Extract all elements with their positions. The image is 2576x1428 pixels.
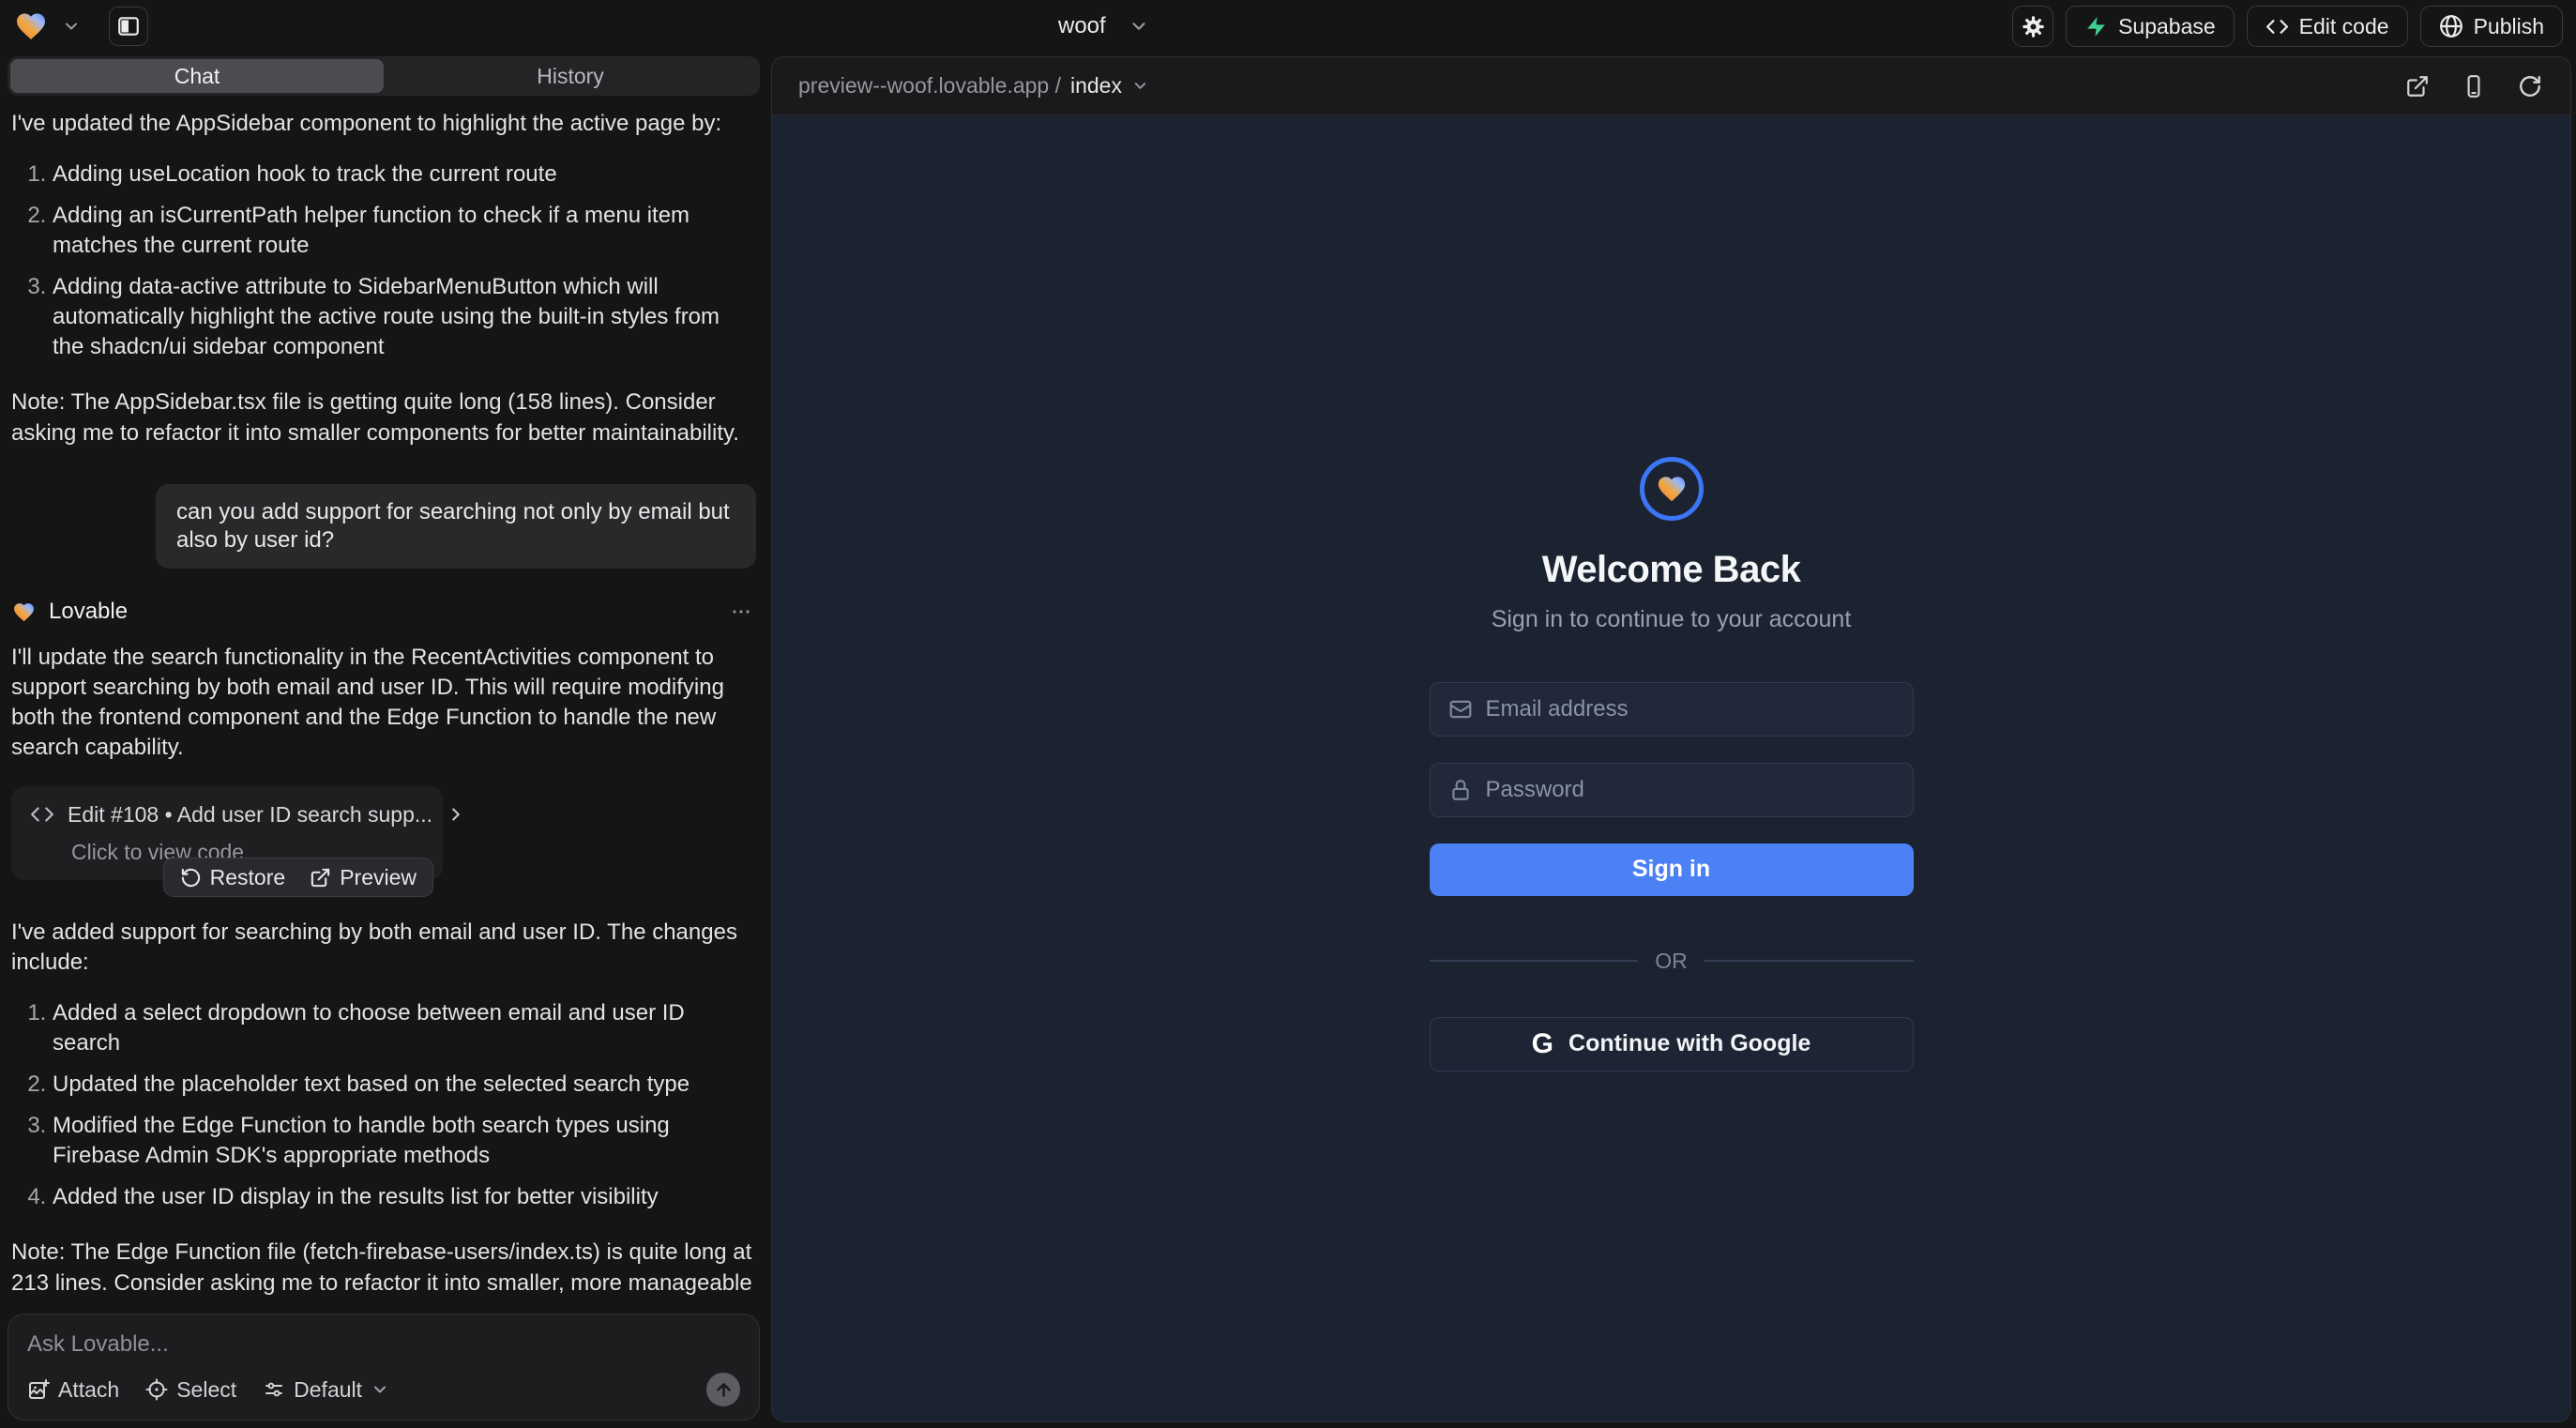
- project-switcher[interactable]: woof: [1058, 0, 1149, 53]
- edit-card-title: Edit #108 • Add user ID search supp...: [68, 799, 432, 829]
- restore-icon: [180, 867, 202, 889]
- user-message-bubble: can you add support for searching not on…: [156, 484, 756, 569]
- preview-url-bar: preview--woof.lovable.app / index: [772, 57, 2570, 115]
- assistant-message: I've updated the AppSidebar component to…: [11, 109, 756, 448]
- url-selector[interactable]: preview--woof.lovable.app / index: [798, 73, 1149, 99]
- mail-icon: [1448, 697, 1473, 722]
- chevron-down-icon: [1129, 16, 1149, 37]
- lock-icon: [1448, 778, 1473, 802]
- signin-button[interactable]: Sign in: [1430, 843, 1914, 896]
- crosshair-icon: [145, 1378, 168, 1401]
- divider-line: [1430, 960, 1639, 962]
- edit-code-button[interactable]: Edit code: [2247, 6, 2408, 47]
- or-divider: OR: [1430, 949, 1914, 974]
- email-field[interactable]: [1430, 682, 1914, 737]
- mode-select-button[interactable]: Default: [263, 1377, 389, 1403]
- url-domain: preview--woof.lovable.app /: [798, 73, 1061, 99]
- url-page: index: [1070, 73, 1122, 99]
- preview-button[interactable]: Preview: [310, 865, 417, 890]
- ordered-list: Adding useLocation hook to track the cur…: [11, 160, 756, 362]
- image-plus-icon: [27, 1378, 50, 1401]
- attach-button[interactable]: Attach: [27, 1377, 119, 1403]
- composer-input[interactable]: [27, 1331, 740, 1363]
- google-icon: G: [1532, 1030, 1553, 1058]
- chevron-down-icon: [371, 1380, 389, 1399]
- restore-button[interactable]: Restore: [180, 865, 286, 890]
- project-name: woof: [1058, 13, 1106, 39]
- open-in-new-tab-button[interactable]: [2403, 72, 2432, 100]
- ellipsis-icon: [730, 600, 752, 623]
- chevron-down-icon: [1131, 77, 1149, 95]
- ordered-list: Added a select dropdown to choose betwee…: [11, 998, 756, 1212]
- globe-icon: [2439, 14, 2463, 38]
- password-field[interactable]: [1430, 763, 1914, 817]
- send-button[interactable]: [706, 1373, 740, 1406]
- sliders-icon: [263, 1378, 285, 1401]
- select-button[interactable]: Select: [145, 1377, 236, 1403]
- tab-chat[interactable]: Chat: [10, 59, 384, 93]
- list-item: Adding an isCurrentPath helper function …: [53, 201, 756, 261]
- refresh-icon: [2518, 74, 2542, 99]
- list-item: Updated the placeholder text based on th…: [53, 1070, 756, 1100]
- code-icon: [2265, 15, 2289, 38]
- chat-message-list[interactable]: I've updated the AppSidebar component to…: [8, 96, 760, 1304]
- app-logo: [1640, 457, 1704, 521]
- preview-iframe: Welcome Back Sign in to continue to your…: [772, 115, 2570, 1421]
- message-text: I've updated the AppSidebar component to…: [11, 109, 756, 139]
- settings-button[interactable]: [2012, 6, 2053, 47]
- signin-card: Welcome Back Sign in to continue to your…: [1430, 457, 1914, 1071]
- chevron-right-icon: [446, 804, 466, 825]
- code-icon: [30, 802, 54, 827]
- lovable-heart-icon: [11, 600, 37, 624]
- list-item: Added the user ID display in the results…: [53, 1182, 756, 1212]
- assistant-message-header: Lovable: [11, 597, 756, 627]
- tab-history[interactable]: History: [384, 59, 757, 93]
- assistant-name: Lovable: [49, 597, 128, 627]
- message-menu-button[interactable]: [726, 597, 756, 627]
- supabase-button[interactable]: Supabase: [2066, 6, 2235, 47]
- topbar: woof: [0, 0, 2576, 53]
- message-note: Note: The Edge Function file (fetch-fire…: [11, 1237, 756, 1304]
- gear-icon: [2021, 14, 2046, 39]
- signin-subtitle: Sign in to continue to your account: [1492, 606, 1852, 633]
- signin-title: Welcome Back: [1542, 549, 1801, 591]
- supabase-icon: [2084, 15, 2108, 38]
- composer: Attach Select Default: [8, 1314, 760, 1420]
- external-link-icon: [310, 867, 331, 889]
- message-note: Note: The AppSidebar.tsx file is getting…: [11, 387, 756, 448]
- email-input[interactable]: [1486, 696, 1895, 722]
- chat-panel: Chat History I've updated the AppSidebar…: [0, 53, 767, 1428]
- version-actions: Restore Preview: [163, 858, 433, 897]
- chat-history-tabs: Chat History: [8, 56, 760, 96]
- arrow-up-icon: [714, 1380, 734, 1400]
- list-item: Modified the Edge Function to handle bot…: [53, 1111, 756, 1171]
- mobile-view-button[interactable]: [2460, 72, 2488, 100]
- or-label: OR: [1655, 949, 1688, 974]
- password-input[interactable]: [1486, 777, 1895, 803]
- list-item: Added a select dropdown to choose betwee…: [53, 998, 756, 1058]
- chevron-down-icon[interactable]: [62, 17, 81, 36]
- google-signin-button[interactable]: G Continue with Google: [1430, 1017, 1914, 1071]
- refresh-button[interactable]: [2516, 72, 2544, 100]
- preview-panel: preview--woof.lovable.app / index: [771, 56, 2571, 1422]
- message-text: I've added support for searching by both…: [11, 918, 756, 978]
- list-item: Adding useLocation hook to track the cur…: [53, 160, 756, 190]
- smartphone-icon: [2462, 74, 2486, 99]
- publish-button[interactable]: Publish: [2420, 6, 2563, 47]
- list-item: Adding data-active attribute to SidebarM…: [53, 272, 756, 362]
- divider-line: [1705, 960, 1914, 962]
- panel-left-icon: [116, 14, 141, 38]
- lovable-heart-icon[interactable]: [13, 9, 49, 43]
- external-link-icon: [2405, 74, 2430, 99]
- sidebar-toggle-button[interactable]: [109, 7, 148, 46]
- message-text: I'll update the search functionality in …: [11, 643, 756, 763]
